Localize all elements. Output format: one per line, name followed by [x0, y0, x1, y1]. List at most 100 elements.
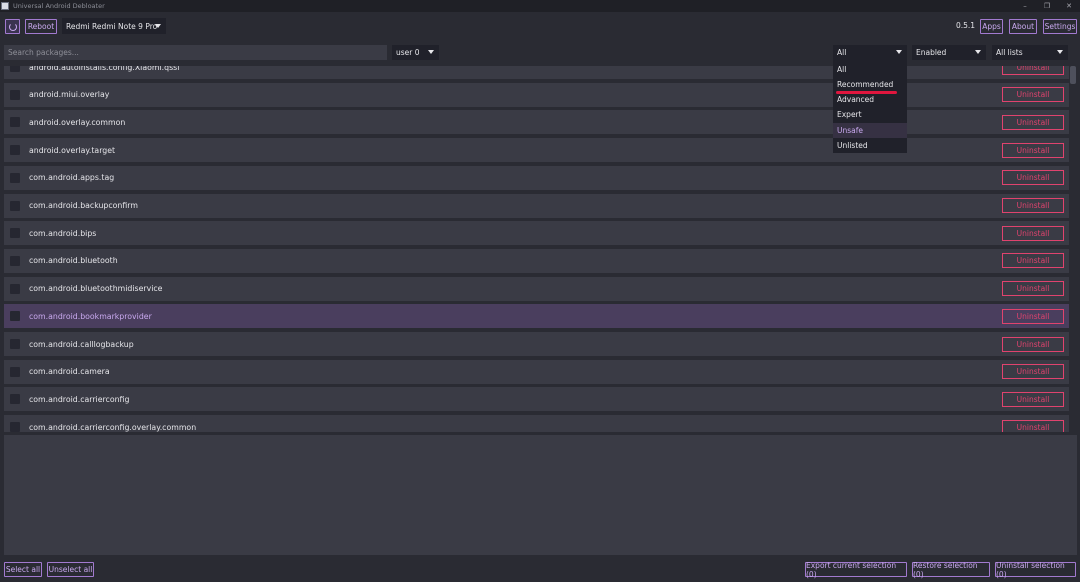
uninstall-button[interactable]: Uninstall	[1002, 225, 1064, 241]
package-row[interactable]: com.android.apps.tag Uninstall	[4, 165, 1069, 190]
removal-select-value: All	[837, 48, 847, 57]
package-row[interactable]: com.android.bluetooth Uninstall	[4, 248, 1069, 273]
package-checkbox[interactable]	[10, 311, 20, 322]
window-controls: – ❐ ✕	[1014, 0, 1080, 12]
package-row[interactable]: com.android.carrierconfig.overlay.common…	[4, 415, 1069, 432]
uninstall-button[interactable]: Uninstall	[1002, 419, 1064, 432]
package-name: android.overlay.target	[29, 145, 116, 155]
package-list[interactable]: android.autoinstalls.config.Xiaomi.qssi U…	[4, 66, 1069, 432]
dropdown-option-recommended[interactable]: Recommended	[833, 77, 907, 92]
package-checkbox[interactable]	[10, 145, 20, 156]
package-checkbox[interactable]	[10, 339, 20, 349]
user-select-value: user 0	[396, 48, 420, 57]
uninstall-button[interactable]: Uninstall	[1002, 142, 1064, 158]
removal-select[interactable]: All	[833, 45, 907, 60]
uninstall-button[interactable]: Uninstall	[1002, 114, 1064, 130]
package-name: com.android.backupconfirm	[29, 201, 138, 210]
restore-selection-button[interactable]: Restore selection (0)	[912, 561, 990, 579]
package-row[interactable]: com.android.bips Uninstall	[4, 221, 1069, 246]
uninstall-button[interactable]: Uninstall	[1002, 281, 1064, 297]
annotation-underline	[836, 91, 897, 94]
package-name: android.miui.overlay	[29, 90, 110, 100]
dropdown-option-unlisted[interactable]: Unlisted	[833, 138, 907, 153]
package-row[interactable]: com.android.bookmarkprovider Uninstall	[4, 304, 1069, 329]
uninstall-button[interactable]: Uninstall	[1002, 253, 1064, 269]
app-icon	[1, 2, 9, 10]
package-row[interactable]: com.android.bluetoothmidiservice Uninstal…	[4, 276, 1069, 301]
package-checkbox[interactable]	[10, 366, 20, 377]
minimize-icon[interactable]: –	[1014, 0, 1036, 12]
package-row[interactable]: android.overlay.common Uninstall	[4, 110, 1069, 135]
package-checkbox[interactable]	[10, 200, 20, 211]
description-panel	[4, 435, 1077, 555]
state-select-value: Enabled	[916, 48, 947, 57]
package-name: com.android.bluetooth	[29, 256, 118, 266]
package-checkbox[interactable]	[10, 228, 20, 239]
filter-bar: user 0 All Enabled All lists	[0, 40, 1080, 66]
chevron-down-icon	[896, 50, 902, 54]
uninstall-button[interactable]: Uninstall	[1002, 87, 1064, 103]
package-name: android.autoinstalls.config.Xiaomi.qssi	[29, 66, 180, 72]
uninstall-selection-button[interactable]: Uninstall selection (0)	[995, 561, 1076, 579]
dropdown-option-unsafe[interactable]: Unsafe	[833, 122, 907, 138]
package-row[interactable]: com.android.camera Uninstall	[4, 359, 1069, 384]
scrollbar-thumb[interactable]	[1070, 66, 1076, 84]
dropdown-option-expert[interactable]: Expert	[833, 107, 907, 122]
list-select[interactable]: All lists	[992, 45, 1068, 60]
search-input[interactable]	[4, 45, 387, 60]
device-select[interactable]: Redmi Redmi Note 9 Pro	[62, 18, 166, 34]
package-checkbox[interactable]	[10, 283, 20, 294]
window-title: Universal Android Debloater	[13, 2, 105, 10]
package-name: com.android.apps.tag	[29, 173, 115, 183]
package-checkbox[interactable]	[10, 117, 20, 128]
refresh-icon	[8, 22, 17, 31]
list-scrollbar[interactable]	[1070, 66, 1076, 432]
uninstall-button[interactable]: Uninstall	[1002, 66, 1064, 75]
device-name: Redmi Redmi Note 9 Pro	[66, 21, 158, 31]
package-checkbox[interactable]	[10, 255, 20, 266]
uninstall-button[interactable]: Uninstall	[1002, 391, 1064, 407]
settings-button[interactable]: Settings	[1043, 19, 1077, 34]
package-name: com.android.carrierconfig.overlay.common	[29, 422, 197, 432]
package-row[interactable]: com.android.carrierconfig Uninstall	[4, 387, 1069, 412]
select-all-button[interactable]: Select all	[4, 562, 42, 577]
chevron-down-icon	[975, 50, 981, 54]
state-select[interactable]: Enabled	[912, 45, 986, 60]
refresh-button[interactable]	[5, 19, 20, 34]
package-name: com.android.bluetoothmidiservice	[29, 284, 163, 294]
user-select[interactable]: user 0	[392, 45, 439, 60]
package-row[interactable]: android.autoinstalls.config.Xiaomi.qssi U…	[4, 66, 1069, 79]
package-name: com.android.calllogbackup	[29, 339, 134, 349]
unselect-all-button[interactable]: Unselect all	[47, 562, 94, 577]
top-toolbar: Reboot Redmi Redmi Note 9 Pro 0.5.1 Apps…	[0, 12, 1080, 40]
about-button[interactable]: About	[1009, 19, 1037, 34]
dropdown-option-all[interactable]: All	[833, 62, 907, 77]
package-row[interactable]: android.miui.overlay Uninstall	[4, 82, 1069, 107]
package-checkbox[interactable]	[10, 172, 20, 183]
package-checkbox[interactable]	[10, 422, 20, 432]
chevron-down-icon	[155, 24, 161, 28]
maximize-icon[interactable]: ❐	[1036, 0, 1058, 12]
package-checkbox[interactable]	[10, 66, 20, 72]
close-icon[interactable]: ✕	[1058, 0, 1080, 12]
apps-button[interactable]: Apps	[980, 19, 1003, 34]
chevron-down-icon	[1057, 50, 1063, 54]
dropdown-option-advanced[interactable]: Advanced	[833, 92, 907, 107]
package-row[interactable]: android.overlay.target Uninstall	[4, 138, 1069, 163]
package-name: com.android.bookmarkprovider	[29, 311, 152, 321]
package-name: com.android.carrierconfig	[29, 394, 130, 404]
uninstall-button[interactable]: Uninstall	[1002, 308, 1064, 324]
removal-dropdown-menu: All Recommended Advanced Expert Unsafe Unlist…	[833, 60, 907, 153]
package-checkbox[interactable]	[10, 89, 20, 100]
package-row[interactable]: com.android.calllogbackup Uninstall	[4, 332, 1069, 356]
title-bar: Universal Android Debloater – ❐ ✕	[0, 0, 1080, 12]
uninstall-button[interactable]: Uninstall	[1002, 364, 1064, 380]
export-selection-button[interactable]: Export current selection (0)	[805, 561, 907, 579]
reboot-button[interactable]: Reboot	[25, 19, 57, 34]
uninstall-button[interactable]: Uninstall	[1002, 336, 1064, 352]
package-row[interactable]: com.android.backupconfirm Uninstall	[4, 193, 1069, 218]
package-name: com.android.camera	[29, 367, 110, 377]
uninstall-button[interactable]: Uninstall	[1002, 170, 1064, 186]
uninstall-button[interactable]: Uninstall	[1002, 198, 1064, 213]
package-checkbox[interactable]	[10, 394, 20, 405]
